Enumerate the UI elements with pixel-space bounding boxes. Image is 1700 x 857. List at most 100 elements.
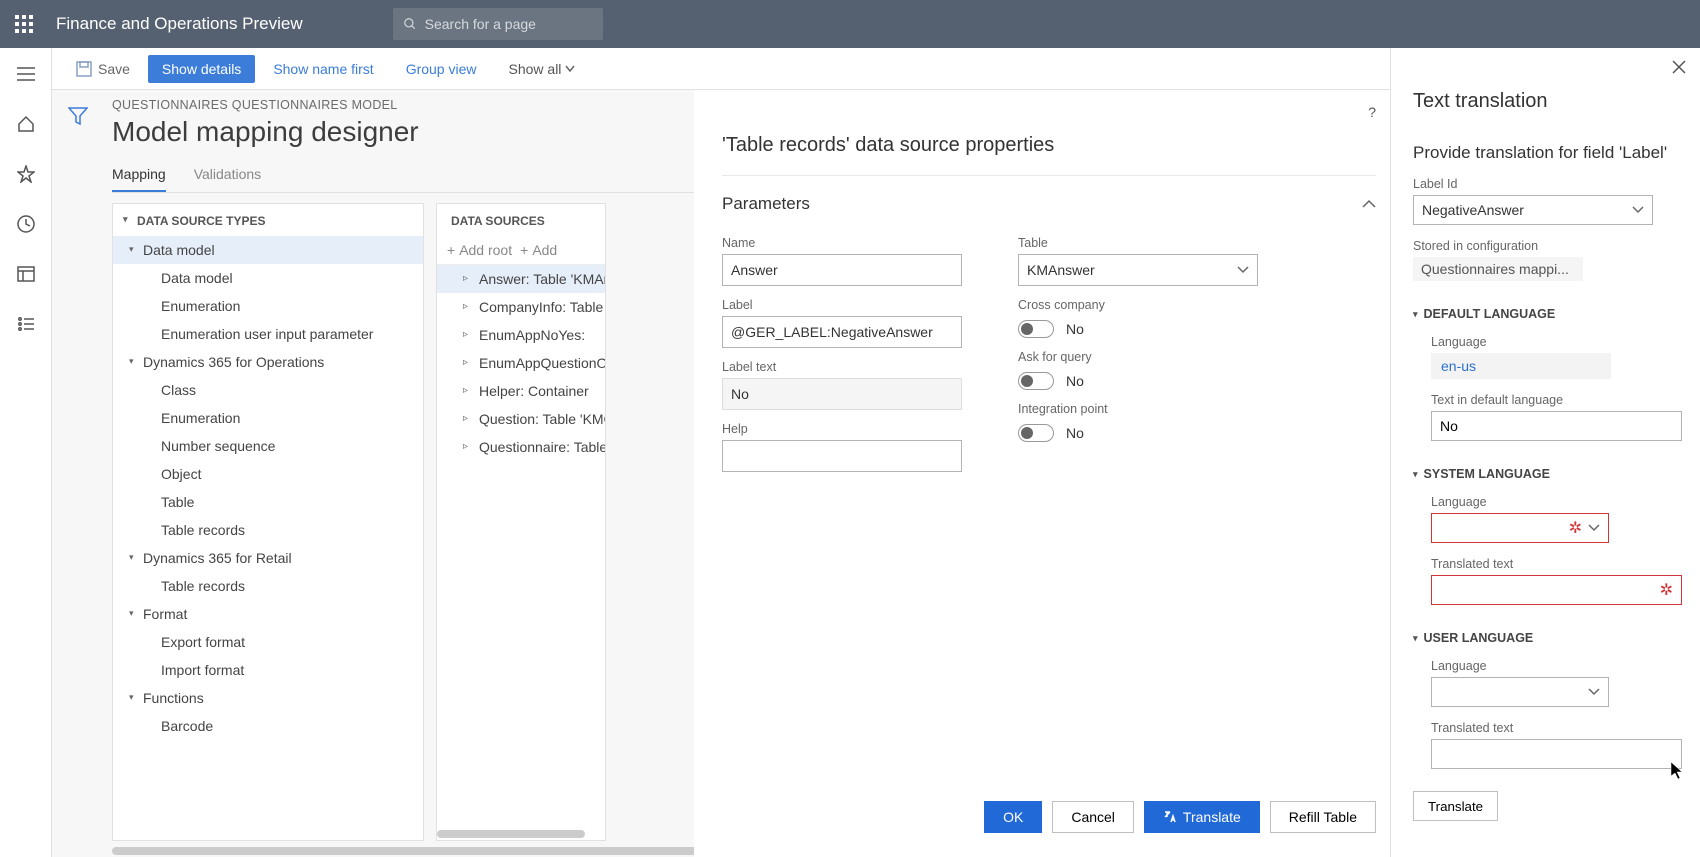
ds-type-node[interactable]: Table records	[113, 572, 423, 600]
ds-type-node[interactable]: Data model	[113, 236, 423, 264]
ds-type-node[interactable]: Export format	[113, 628, 423, 656]
integration-point-value: No	[1066, 425, 1084, 441]
system-language-section[interactable]: SYSTEM LANGUAGE	[1413, 467, 1682, 481]
top-header: Finance and Operations Preview Search fo…	[0, 0, 1700, 48]
translate-button[interactable]: Translate	[1144, 801, 1260, 833]
chevron-down-icon	[565, 65, 575, 73]
text-default-lang-input[interactable]	[1431, 411, 1682, 441]
group-view-button[interactable]: Group view	[392, 55, 491, 83]
modules-icon[interactable]	[14, 312, 38, 336]
horizontal-scrollbar[interactable]	[437, 830, 585, 838]
default-lang-label: Language	[1431, 335, 1682, 349]
ds-toolbar: + Add root + Add	[437, 236, 605, 265]
add-button[interactable]: + Add	[520, 242, 557, 258]
ds-type-node[interactable]: Data model	[113, 264, 423, 292]
label-input[interactable]	[722, 316, 962, 348]
default-language-section[interactable]: DEFAULT LANGUAGE	[1413, 307, 1682, 321]
refill-table-button[interactable]: Refill Table	[1270, 801, 1376, 833]
save-icon	[76, 61, 92, 77]
ds-node[interactable]: Question: Table 'KMQuestion'	[437, 405, 605, 433]
label-id-label: Label Id	[1413, 177, 1682, 191]
home-icon[interactable]	[14, 112, 38, 136]
show-all-button[interactable]: Show all	[495, 55, 590, 83]
ds-type-node[interactable]: Table	[113, 488, 423, 516]
sys-translated-text-input[interactable]: ✲	[1431, 575, 1682, 605]
ds-type-node[interactable]: Number sequence	[113, 432, 423, 460]
parameters-section-header[interactable]: Parameters	[722, 194, 1376, 214]
integration-point-label: Integration point	[1018, 402, 1258, 416]
user-lang-select[interactable]	[1431, 677, 1609, 707]
ok-button[interactable]: OK	[984, 801, 1042, 833]
cross-company-toggle[interactable]	[1018, 320, 1054, 338]
user-language-section[interactable]: USER LANGUAGE	[1413, 631, 1682, 645]
star-icon[interactable]	[14, 162, 38, 186]
default-lang-value: en-us	[1431, 353, 1611, 379]
show-name-first-button[interactable]: Show name first	[259, 55, 387, 83]
ds-node[interactable]: EnumAppNoYes:	[437, 321, 605, 349]
user-translated-text-label: Translated text	[1431, 721, 1682, 735]
ds-type-node[interactable]: Dynamics 365 for Operations	[113, 348, 423, 376]
search-box[interactable]: Search for a page	[393, 8, 603, 40]
ds-type-node[interactable]: Dynamics 365 for Retail	[113, 544, 423, 572]
add-root-button[interactable]: + Add root	[447, 242, 512, 258]
ds-node[interactable]: Helper: Container	[437, 377, 605, 405]
sys-translated-text-label: Translated text	[1431, 557, 1682, 571]
user-lang-label: Language	[1431, 659, 1682, 673]
translation-panel: Text translation Provide translation for…	[1390, 48, 1700, 857]
hamburger-icon[interactable]	[14, 62, 38, 86]
ds-type-node[interactable]: Format	[113, 600, 423, 628]
required-icon: ✲	[1569, 518, 1582, 538]
ds-node[interactable]: EnumAppQuestionOrder	[437, 349, 605, 377]
name-input[interactable]	[722, 254, 962, 286]
ds-node[interactable]: CompanyInfo: Table	[437, 293, 605, 321]
tab-mapping[interactable]: Mapping	[112, 166, 166, 192]
app-title: Finance and Operations Preview	[56, 14, 303, 34]
dialog-title: 'Table records' data source properties	[722, 134, 1376, 157]
ds-type-node[interactable]: Object	[113, 460, 423, 488]
dialog-buttons: OK Cancel Translate Refill Table	[722, 789, 1376, 857]
ds-type-node[interactable]: Table records	[113, 516, 423, 544]
label-text-field: No	[722, 378, 962, 410]
table-select[interactable]: KMAnswer	[1018, 254, 1258, 286]
ds-type-node[interactable]: Barcode	[113, 712, 423, 740]
cross-company-value: No	[1066, 321, 1084, 337]
ds-type-node[interactable]: Import format	[113, 656, 423, 684]
close-icon[interactable]	[1672, 60, 1686, 77]
workspace-icon[interactable]	[14, 262, 38, 286]
ds-type-node[interactable]: Enumeration user input parameter	[113, 320, 423, 348]
help-input[interactable]	[722, 440, 962, 472]
chevron-up-icon[interactable]	[1362, 194, 1376, 214]
help-icon[interactable]: ?	[1368, 104, 1376, 120]
ds-tree[interactable]: Answer: Table 'KMAnswer' CompanyInfo: Ta…	[437, 265, 605, 824]
rp-title: Text translation	[1413, 90, 1682, 113]
ds-type-node[interactable]: Functions	[113, 684, 423, 712]
rp-subtitle: Provide translation for field 'Label'	[1413, 143, 1682, 163]
stored-in-config-label: Stored in configuration	[1413, 239, 1682, 253]
ds-node[interactable]: Questionnaire: Table	[437, 433, 605, 461]
cancel-button[interactable]: Cancel	[1052, 801, 1134, 833]
text-default-lang-label: Text in default language	[1431, 393, 1682, 407]
properties-dialog: ? 'Table records' data source properties…	[694, 90, 1390, 857]
ask-for-query-toggle[interactable]	[1018, 372, 1054, 390]
ds-type-node[interactable]: Enumeration	[113, 404, 423, 432]
label-id-select[interactable]: NegativeAnswer	[1413, 195, 1653, 225]
sys-lang-label: Language	[1431, 495, 1682, 509]
required-icon: ✲	[1660, 580, 1673, 600]
ds-header: DATA SOURCES	[437, 204, 605, 236]
show-details-button[interactable]: Show details	[148, 55, 255, 83]
user-translated-text-input[interactable]	[1431, 739, 1682, 769]
save-button[interactable]: Save	[62, 55, 144, 83]
ds-types-tree[interactable]: Data model Data model Enumeration Enumer…	[113, 236, 423, 840]
tab-validations[interactable]: Validations	[194, 166, 261, 192]
ds-type-node[interactable]: Enumeration	[113, 292, 423, 320]
ds-node[interactable]: Answer: Table 'KMAnswer'	[437, 265, 605, 293]
ds-type-node[interactable]: Class	[113, 376, 423, 404]
clock-icon[interactable]	[14, 212, 38, 236]
data-sources-panel: DATA SOURCES + Add root + Add Answer: Ta…	[436, 203, 606, 841]
integration-point-toggle[interactable]	[1018, 424, 1054, 442]
rp-translate-button[interactable]: Translate	[1413, 791, 1498, 821]
filter-icon[interactable]	[66, 104, 90, 128]
data-source-types-panel: DATA SOURCE TYPES Data model Data model …	[112, 203, 424, 841]
sys-lang-select[interactable]: ✲	[1431, 513, 1609, 543]
app-launcher-icon[interactable]	[0, 0, 48, 48]
